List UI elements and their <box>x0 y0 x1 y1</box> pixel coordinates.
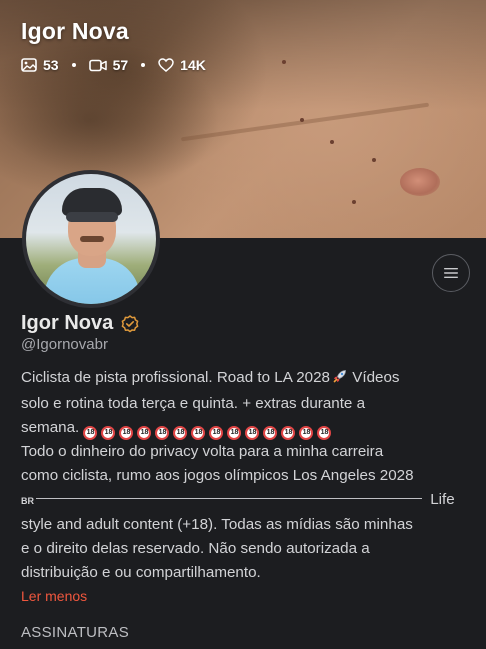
adult-18-icon: 18 <box>137 426 152 440</box>
emoji-18-row: 18 18 18 18 18 18 18 18 18 18 18 18 18 18 <box>83 419 335 440</box>
divider-line <box>36 498 422 499</box>
bio-line: semana. 18 18 18 18 18 18 18 18 18 18 18 18 18 18 <box>21 416 473 440</box>
adult-18-icon: 18 <box>83 426 98 440</box>
adult-18-icon: 18 <box>155 426 170 440</box>
adult-18-icon: 18 <box>209 426 224 440</box>
cover-detail <box>282 60 286 64</box>
adult-18-icon: 18 <box>173 426 188 440</box>
videos-count: 57 <box>112 57 129 73</box>
rocket-icon <box>332 368 348 392</box>
bio-text: semana. <box>21 419 84 436</box>
cover-detail <box>300 118 304 122</box>
subscriptions-section-title: ASSINATURAS <box>21 624 130 641</box>
cover-detail <box>400 168 440 196</box>
adult-18-icon: 18 <box>245 426 260 440</box>
adult-18-icon: 18 <box>281 426 296 440</box>
photos-count: 53 <box>43 57 59 73</box>
adult-18-icon: 18 <box>263 426 278 440</box>
read-less-link[interactable]: Ler menos <box>21 588 87 604</box>
profile-name: Igor Nova <box>21 312 114 334</box>
brazil-flag: BR <box>21 496 34 506</box>
bio-text: Vídeos <box>348 369 400 386</box>
cover-title: Igor Nova <box>21 18 129 44</box>
verified-badge-icon <box>121 314 139 333</box>
adult-18-icon: 18 <box>191 426 206 440</box>
heart-icon <box>158 58 174 72</box>
adult-18-icon: 18 <box>227 426 242 440</box>
likes-stat[interactable]: 14K <box>158 57 206 73</box>
image-icon <box>21 58 37 72</box>
bio-text: Ciclista de pista profissional. Road to … <box>21 369 330 386</box>
profile-name-row: Igor Nova <box>21 312 139 335</box>
bio-line: solo e rotina toda terça e quinta. + ext… <box>21 395 366 412</box>
video-icon <box>88 59 107 71</box>
profile-bio: Ciclista de pista profissional. Road to … <box>21 366 473 585</box>
bio-line: Todo o dinheiro do privacy volta para a … <box>21 443 384 460</box>
cover-detail <box>372 158 376 162</box>
profile-stats: 53 57 14K <box>21 57 206 73</box>
adult-18-icon: 18 <box>299 426 314 440</box>
menu-button[interactable] <box>432 254 470 292</box>
profile-handle: @Igornovabr <box>21 336 108 353</box>
bio-line: BR Life <box>21 488 473 513</box>
bio-text: Life <box>426 491 455 508</box>
videos-stat[interactable]: 57 <box>88 57 129 73</box>
bio-line: style and adult content (+18). Todas as … <box>21 516 413 533</box>
avatar-detail <box>80 236 104 242</box>
avatar-detail <box>66 212 118 222</box>
bio-line: distribuição e ou compartilhamento. <box>21 564 261 581</box>
separator-dot <box>141 63 146 67</box>
bio-line: como ciclista, rumo aos jogos olímpicos … <box>21 467 414 484</box>
hamburger-menu-icon <box>444 268 458 278</box>
cover-detail <box>352 200 356 204</box>
cover-detail <box>330 140 334 144</box>
bio-line: Ciclista de pista profissional. Road to … <box>21 366 473 392</box>
adult-18-icon: 18 <box>101 426 116 440</box>
adult-18-icon: 18 <box>119 426 134 440</box>
avatar[interactable] <box>22 170 160 308</box>
likes-count: 14K <box>180 57 206 73</box>
adult-18-icon: 18 <box>317 426 332 440</box>
separator-dot <box>71 63 76 67</box>
bio-line: e o direito delas reservado. Não sendo a… <box>21 540 370 557</box>
photos-stat[interactable]: 53 <box>21 57 59 73</box>
